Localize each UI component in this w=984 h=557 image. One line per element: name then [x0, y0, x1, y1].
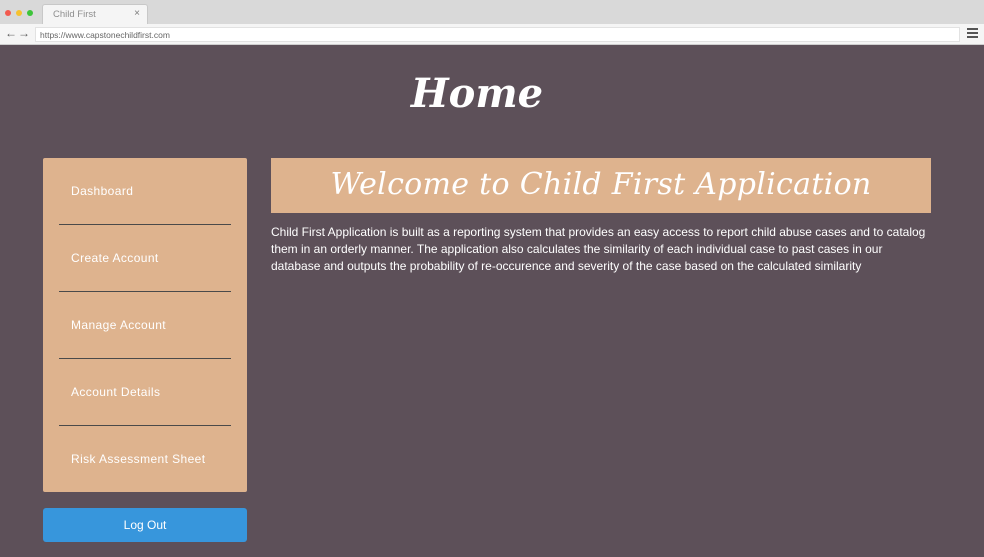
sidebar-item-account-details[interactable]: Account Details	[43, 359, 247, 426]
sidebar-item-dashboard[interactable]: Dashboard	[43, 158, 247, 225]
app-description: Child First Application is built as a re…	[271, 225, 926, 273]
logout-button[interactable]: Log Out	[43, 508, 247, 542]
sidebar-item-label: Dashboard	[71, 184, 134, 198]
hamburger-menu-icon[interactable]	[967, 28, 978, 39]
sidebar-item-label: Create Account	[71, 251, 159, 265]
browser-tab[interactable]: Child First ×	[42, 4, 148, 24]
forward-arrow-icon[interactable]: →	[18, 26, 30, 40]
sidebar-item-risk-assessment-sheet[interactable]: Risk Assessment Sheet	[43, 426, 247, 493]
browser-address-bar: ← → https://www.capstonechildfirst.com	[0, 24, 984, 45]
welcome-heading: Welcome to Child First Application	[330, 167, 872, 202]
back-arrow-icon[interactable]: ←	[5, 26, 17, 40]
tab-title: Child First	[53, 9, 96, 20]
sidebar-item-label: Risk Assessment Sheet	[71, 452, 206, 466]
tab-close-icon[interactable]: ×	[134, 8, 140, 19]
sidebar-item-label: Manage Account	[71, 318, 166, 332]
welcome-banner: Welcome to Child First Application	[271, 158, 931, 213]
browser-tab-bar: Child First ×	[0, 0, 984, 24]
sidebar-item-create-account[interactable]: Create Account	[43, 225, 247, 292]
url-input[interactable]: https://www.capstonechildfirst.com	[35, 27, 960, 42]
sidebar-item-label: Account Details	[71, 385, 161, 399]
sidebar: Dashboard Create Account Manage Account …	[43, 158, 247, 492]
window-close-icon[interactable]	[5, 10, 11, 16]
window-maximize-icon[interactable]	[27, 10, 33, 16]
window-minimize-icon[interactable]	[16, 10, 22, 16]
page-title: Home	[410, 70, 544, 117]
sidebar-item-manage-account[interactable]: Manage Account	[43, 292, 247, 359]
